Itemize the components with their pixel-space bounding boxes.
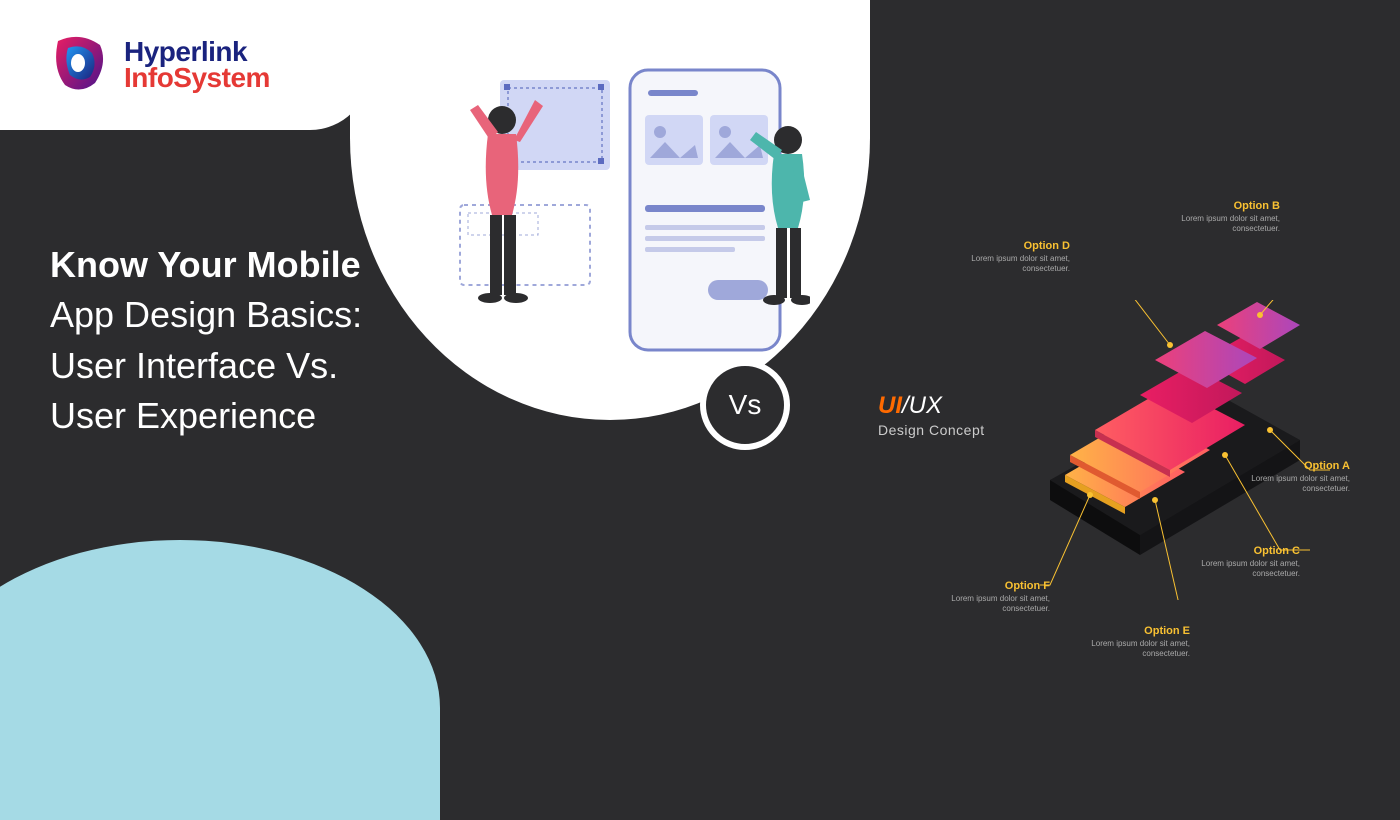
- option-e: Option E Lorem ipsum dolor sit amet, con…: [1060, 625, 1190, 660]
- option-f: Option F Lorem ipsum dolor sit amet, con…: [920, 580, 1050, 615]
- option-f-title: Option F: [920, 580, 1050, 592]
- uiux-subtitle: Design Concept: [878, 422, 985, 438]
- logo-line-2: InfoSystem: [124, 62, 270, 94]
- designers-illustration-icon: [440, 50, 810, 370]
- ux-text: UX: [909, 392, 942, 419]
- headline-bold: Know Your Mobile: [50, 240, 362, 290]
- option-c: Option C Lorem ipsum dolor sit amet, con…: [1160, 545, 1300, 580]
- option-c-title: Option C: [1160, 545, 1300, 557]
- option-c-desc: Lorem ipsum dolor sit amet, consectetuer…: [1160, 559, 1300, 580]
- hyperlink-logo-icon: [50, 33, 110, 98]
- option-f-desc: Lorem ipsum dolor sit amet, consectetuer…: [920, 594, 1050, 615]
- logo-badge: Hyperlink InfoSystem: [0, 0, 370, 130]
- option-d-title: Option D: [940, 240, 1070, 252]
- headline-line-2: App Design Basics:: [50, 290, 362, 340]
- headline-line-3: User Interface Vs.: [50, 341, 362, 391]
- uiux-label: UI/UX Design Concept: [878, 392, 985, 438]
- vs-badge: Vs: [700, 360, 790, 450]
- option-e-title: Option E: [1060, 625, 1190, 637]
- hero-illustration: [440, 50, 810, 370]
- headline-line-4: User Experience: [50, 391, 362, 441]
- logo-text: Hyperlink InfoSystem: [124, 36, 270, 94]
- headline: Know Your Mobile App Design Basics: User…: [50, 240, 362, 442]
- blue-blob-shape: [0, 540, 440, 820]
- option-d-desc: Lorem ipsum dolor sit amet, consectetuer…: [940, 254, 1070, 275]
- vs-text: Vs: [729, 389, 762, 421]
- option-a: Option A Lorem ipsum dolor sit amet, con…: [1210, 460, 1350, 495]
- option-d: Option D Lorem ipsum dolor sit amet, con…: [940, 240, 1070, 275]
- sep-text: /: [902, 392, 909, 419]
- option-b: Option B Lorem ipsum dolor sit amet, con…: [1140, 200, 1280, 235]
- option-b-desc: Lorem ipsum dolor sit amet, consectetuer…: [1140, 214, 1280, 235]
- option-b-title: Option B: [1140, 200, 1280, 212]
- ui-text: UI: [878, 392, 902, 419]
- isometric-section: UI/UX Design Concept: [800, 180, 1360, 680]
- option-a-title: Option A: [1210, 460, 1350, 472]
- option-e-desc: Lorem ipsum dolor sit amet, consectetuer…: [1060, 639, 1190, 660]
- option-a-desc: Lorem ipsum dolor sit amet, consectetuer…: [1210, 474, 1350, 495]
